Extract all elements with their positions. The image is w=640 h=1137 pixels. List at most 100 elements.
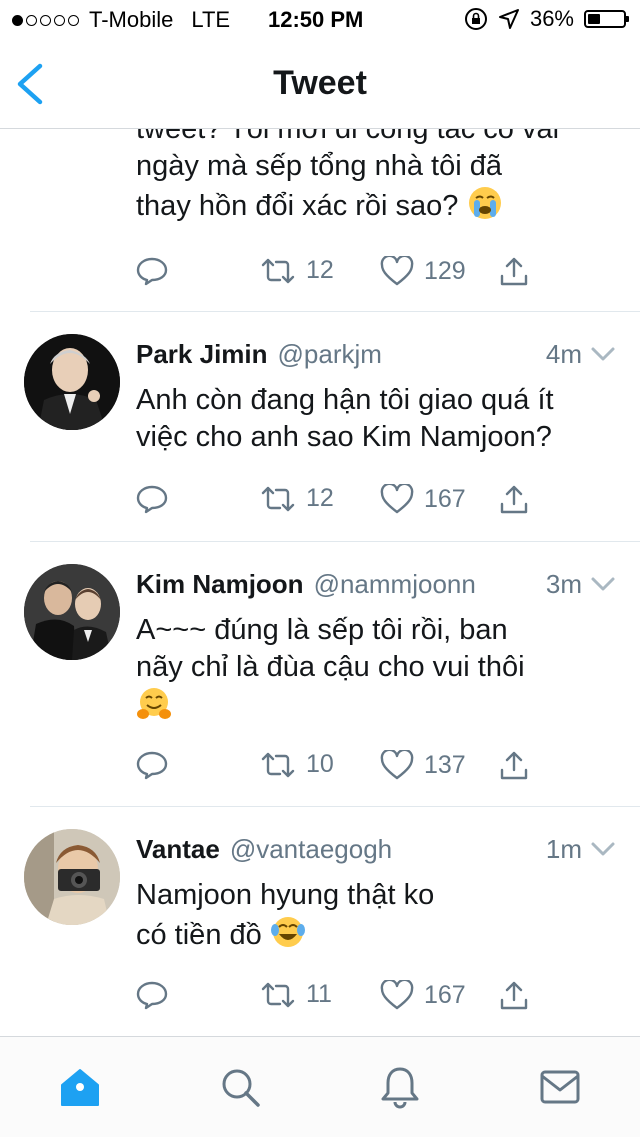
like-button[interactable]: 167	[380, 484, 466, 514]
reply-icon	[136, 981, 168, 1010]
like-count: 167	[424, 980, 466, 1009]
carrier-name: T-Mobile	[89, 7, 174, 32]
navigation-bar: Tweet	[0, 40, 640, 129]
avatar[interactable]	[24, 829, 120, 925]
tweet-time: 1m	[546, 834, 616, 865]
retweet-count: 11	[306, 980, 332, 1008]
avatar-image	[24, 564, 120, 660]
tweet-text-line	[136, 686, 616, 726]
tweet-time: 4m	[546, 339, 616, 370]
retweet-count: 10	[306, 750, 334, 778]
status-bar: T-Mobile LTE 12:50 PM 36%	[0, 0, 640, 40]
tweet-time: 3m	[546, 569, 616, 600]
network-type: LTE	[191, 7, 231, 32]
chevron-down-icon[interactable]	[590, 841, 616, 857]
tweet-text: tweet? Tôi mới đi công tác có vài ngày m…	[136, 129, 616, 225]
reply-button[interactable]	[136, 484, 168, 514]
tweet-timestamp: 4m	[545, 338, 582, 369]
tweet-text-segment: thay hồn đổi xác rồi sao?	[136, 190, 459, 222]
heart-icon	[380, 980, 414, 1010]
avatar[interactable]	[24, 334, 120, 430]
location-arrow-icon	[498, 9, 519, 29]
tweet-text-line: có tiền đồ	[136, 914, 616, 954]
tweet-actions: 10 137	[136, 750, 616, 790]
retweet-icon	[261, 982, 295, 1007]
tweet-text: A~~~ đúng là sếp tôi rồi, ban nãy chỉ là…	[136, 612, 616, 726]
like-count: 167	[424, 484, 466, 513]
home-icon[interactable]	[58, 1065, 102, 1109]
author-handle[interactable]: @vantaegogh	[230, 834, 392, 865]
tweet-text-line: Anh còn đang hận tôi giao quá ít	[136, 384, 554, 416]
messages-icon[interactable]	[538, 1065, 582, 1109]
retweet-button[interactable]: 12	[260, 484, 334, 513]
retweet-icon	[261, 258, 295, 283]
author-name[interactable]: Park Jimin	[136, 339, 268, 370]
retweet-icon	[261, 752, 295, 777]
reply-icon	[136, 751, 168, 780]
share-button[interactable]	[498, 980, 530, 1012]
share-button[interactable]	[498, 484, 530, 516]
author-handle[interactable]: @parkjm	[278, 339, 382, 370]
like-count: 137	[424, 750, 466, 779]
author-name[interactable]: Vantae	[136, 834, 220, 865]
avatar[interactable]	[24, 564, 120, 660]
reply-button[interactable]	[136, 980, 168, 1010]
tweet-item[interactable]: Kim Namjoon @nammjoonn 3m A~~~ đúng là s…	[0, 542, 640, 806]
retweet-button[interactable]: 12	[260, 256, 334, 285]
retweet-count: 12	[306, 256, 334, 284]
tweet-item[interactable]: tweet? Tôi mới đi công tác có vài ngày m…	[0, 129, 640, 311]
tweet-header: Vantae @vantaegogh 1m	[136, 831, 616, 867]
crying-face-emoji-icon	[468, 187, 501, 219]
chevron-down-icon[interactable]	[590, 576, 616, 592]
retweet-button[interactable]: 11	[260, 980, 332, 1009]
avatar-image	[24, 334, 120, 430]
tweet-timestamp: 1m	[545, 833, 582, 864]
author-handle[interactable]: @nammjoonn	[314, 569, 476, 600]
heart-icon	[380, 484, 414, 514]
share-icon	[500, 257, 528, 286]
tweet-item[interactable]: Park Jimin @parkjm 4m Anh còn đang hận t…	[0, 312, 640, 542]
tweet-text-line: thay hồn đổi xác rồi sao?	[136, 185, 616, 225]
like-button[interactable]: 167	[380, 980, 466, 1010]
share-button[interactable]	[498, 750, 530, 782]
tweet-text: Namjoon hyung thật ko có tiền đồ	[136, 877, 616, 954]
tweet-text-line: ngày mà sếp tổng nhà tôi đã	[136, 150, 502, 182]
battery-percent: 36%	[529, 6, 574, 31]
avatar-image	[24, 829, 120, 925]
hugging-face-emoji-icon	[137, 688, 171, 719]
like-count: 129	[424, 256, 466, 285]
tweet-thread[interactable]: tweet? Tôi mới đi công tác có vài ngày m…	[0, 129, 640, 1035]
status-time: 12:50 PM	[268, 7, 364, 32]
tab-bar	[0, 1036, 640, 1137]
chevron-down-icon[interactable]	[590, 346, 616, 362]
tweet-timestamp: 3m	[545, 568, 582, 599]
author-name[interactable]: Kim Namjoon	[136, 569, 304, 600]
tweet-text: Anh còn đang hận tôi giao quá ít việc ch…	[136, 382, 616, 456]
tweet-item[interactable]: Vantae @vantaegogh 1m Namjoon hyung thật…	[0, 807, 640, 1035]
like-button[interactable]: 137	[380, 750, 466, 780]
tweet-actions: 11 167	[136, 980, 616, 1020]
tweet-text-line: việc cho anh sao Kim Namjoon?	[136, 421, 552, 453]
share-icon	[500, 485, 528, 514]
reply-button[interactable]	[136, 256, 168, 286]
tweet-text-line: Namjoon hyung thật ko	[136, 879, 435, 911]
tweet-text-segment: có tiền đồ	[136, 919, 262, 951]
like-button[interactable]: 129	[380, 256, 466, 286]
tweet-header: Park Jimin @parkjm 4m	[136, 336, 616, 372]
notifications-icon[interactable]	[378, 1065, 422, 1109]
search-icon[interactable]	[218, 1065, 262, 1109]
tears-of-joy-emoji-icon	[270, 917, 305, 947]
heart-icon	[380, 750, 414, 780]
share-icon	[500, 751, 528, 780]
share-button[interactable]	[498, 256, 530, 288]
tweet-text-line: A~~~ đúng là sếp tôi rồi, ban	[136, 614, 508, 646]
tweet-actions: 12 129	[136, 256, 616, 296]
reply-icon	[136, 485, 168, 514]
reply-button[interactable]	[136, 750, 168, 780]
page-title: Tweet	[273, 64, 367, 102]
share-icon	[500, 981, 528, 1010]
tweet-header: Kim Namjoon @nammjoonn 3m	[136, 566, 616, 602]
status-left: T-Mobile LTE	[12, 7, 230, 33]
tweet-text-line: tweet? Tôi mới đi công tác có vài	[136, 129, 560, 145]
retweet-button[interactable]: 10	[260, 750, 334, 779]
